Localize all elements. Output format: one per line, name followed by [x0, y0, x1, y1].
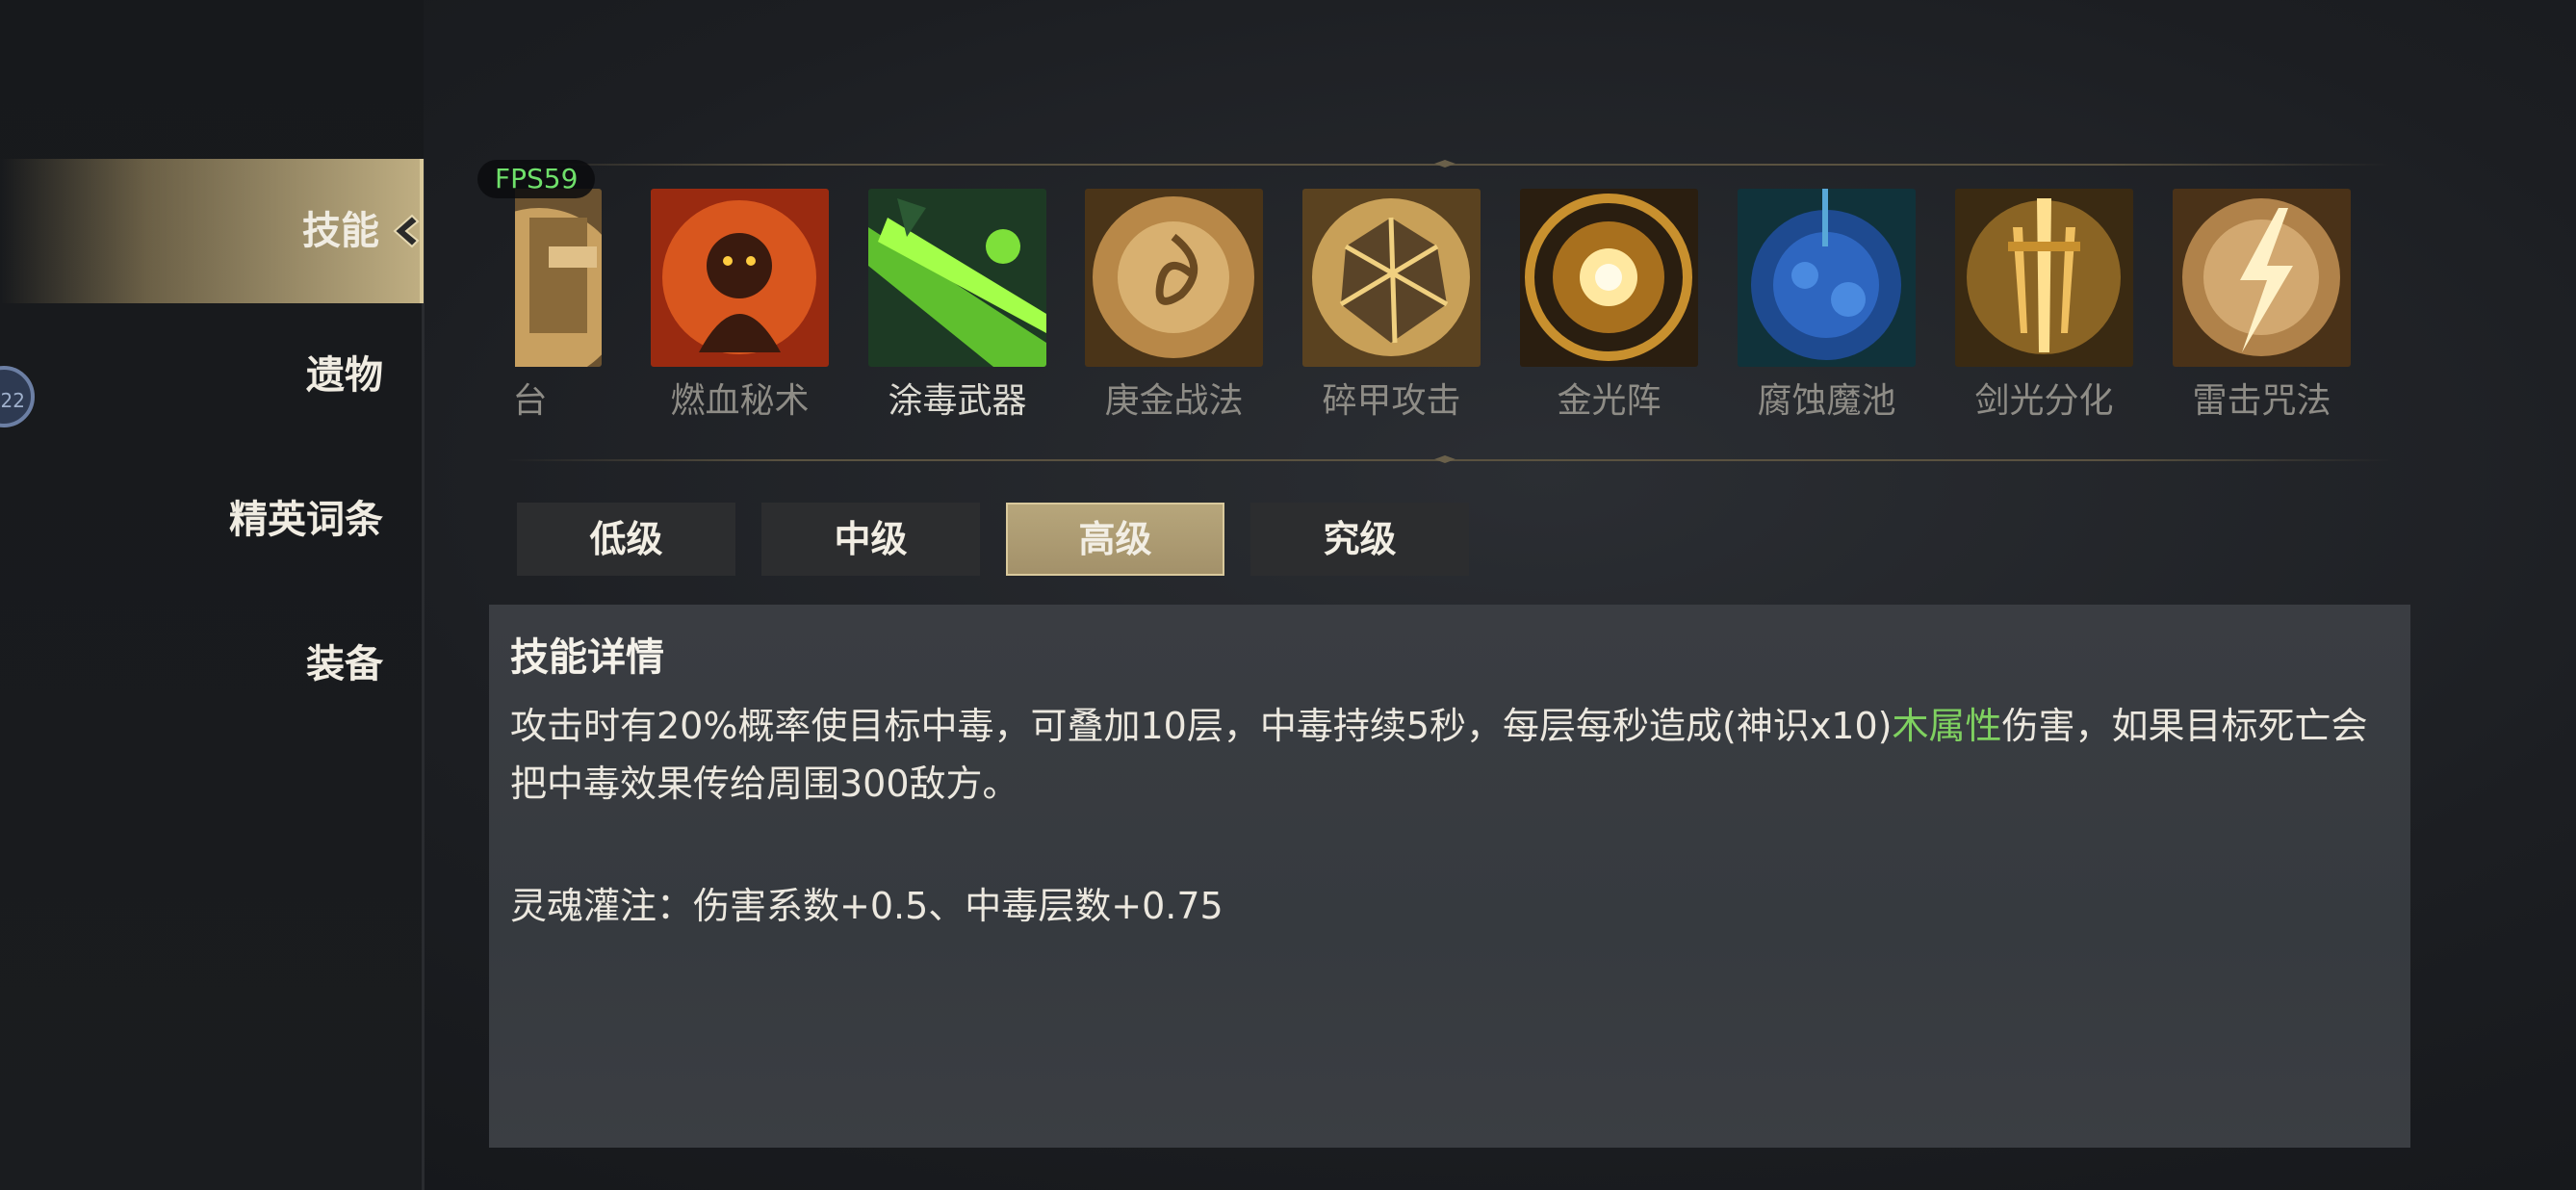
skill-name: 剑光分化 [1974, 381, 2114, 421]
skill-name: 雷击咒法 [2192, 381, 2331, 421]
skill-name: 金光阵 [1557, 381, 1662, 421]
sidebar-item-skills[interactable]: 技能 [0, 159, 424, 303]
skill-item[interactable]: 金光阵 [1520, 189, 1698, 423]
burning-blood-icon [651, 189, 829, 367]
sidebar-item-label: 技能 [302, 209, 379, 253]
skill-item[interactable]: 庚金战法 [1085, 189, 1263, 423]
thunder-curse-icon [2173, 189, 2351, 367]
turret-icon [515, 189, 602, 367]
desc-attribute-highlight: 木属性 [1892, 705, 2002, 747]
skill-name: 庚金战法 [1104, 381, 1244, 421]
skill-item[interactable]: 炮台 [515, 189, 602, 423]
golden-array-icon [1520, 189, 1698, 367]
skill-item[interactable]: 剑光分化 [1955, 189, 2133, 423]
skill-name: 碎甲攻击 [1322, 381, 1461, 421]
detail-title: 技能详情 [510, 635, 664, 680]
fps-counter: FPS59 [477, 160, 596, 198]
poison-weapon-icon [868, 189, 1046, 367]
active-indicator-icon [393, 214, 420, 248]
divider-ornament [1434, 455, 1455, 463]
desc-text: 攻击时有20%概率使目标中毒，可叠加10层，中毒持续5秒，每层每秒造成(神识x1… [510, 705, 1893, 747]
sidebar-item-equipment[interactable]: 装备 [0, 592, 424, 737]
edge-badge-text: 22 [0, 389, 25, 412]
sidebar-item-label: 遗物 [306, 353, 383, 398]
soul-infusion-bonus: 灵魂灌注：伤害系数+0.5、中毒层数+0.75 [510, 885, 1224, 927]
sidebar-item-elite-traits[interactable]: 精英词条 [0, 448, 424, 592]
sidebar-item-relics[interactable]: 遗物 [0, 303, 424, 448]
skill-item[interactable]: 腐蚀魔池 [1738, 189, 1916, 423]
metal-art-icon [1085, 189, 1263, 367]
tab-tier-ultimate[interactable]: 究级 [1250, 503, 1469, 576]
detail-description: 攻击时有20%概率使目标中毒，可叠加10层，中毒持续5秒，每层每秒造成(神识x1… [510, 697, 2387, 813]
skill-name: 涂毒武器 [888, 381, 1027, 421]
divider-ornament [1434, 160, 1455, 168]
sidebar-item-label: 精英词条 [229, 498, 383, 542]
corrosion-pool-icon [1738, 189, 1916, 367]
tab-tier-high[interactable]: 高级 [1006, 503, 1224, 576]
skill-name: 腐蚀魔池 [1757, 381, 1896, 421]
skill-detail-panel: 技能详情 攻击时有20%概率使目标中毒，可叠加10层，中毒持续5秒，每层每秒造成… [489, 605, 2410, 1148]
sidebar-item-label: 装备 [306, 642, 383, 686]
skill-item[interactable]: 涂毒武器 [868, 189, 1046, 423]
skill-name: 炮台 [515, 381, 548, 421]
skill-item[interactable]: 雷击咒法 [2173, 189, 2351, 423]
tab-tier-mid[interactable]: 中级 [761, 503, 980, 576]
skill-item[interactable]: 碎甲攻击 [1302, 189, 1481, 423]
sword-split-icon [1955, 189, 2133, 367]
tab-tier-low[interactable]: 低级 [517, 503, 735, 576]
skill-list[interactable]: 炮台 燃血秘术 涂毒武器 [515, 189, 2373, 429]
skill-item[interactable]: 燃血秘术 [651, 189, 829, 423]
skill-name: 燃血秘术 [670, 381, 810, 421]
armor-break-icon [1302, 189, 1481, 367]
